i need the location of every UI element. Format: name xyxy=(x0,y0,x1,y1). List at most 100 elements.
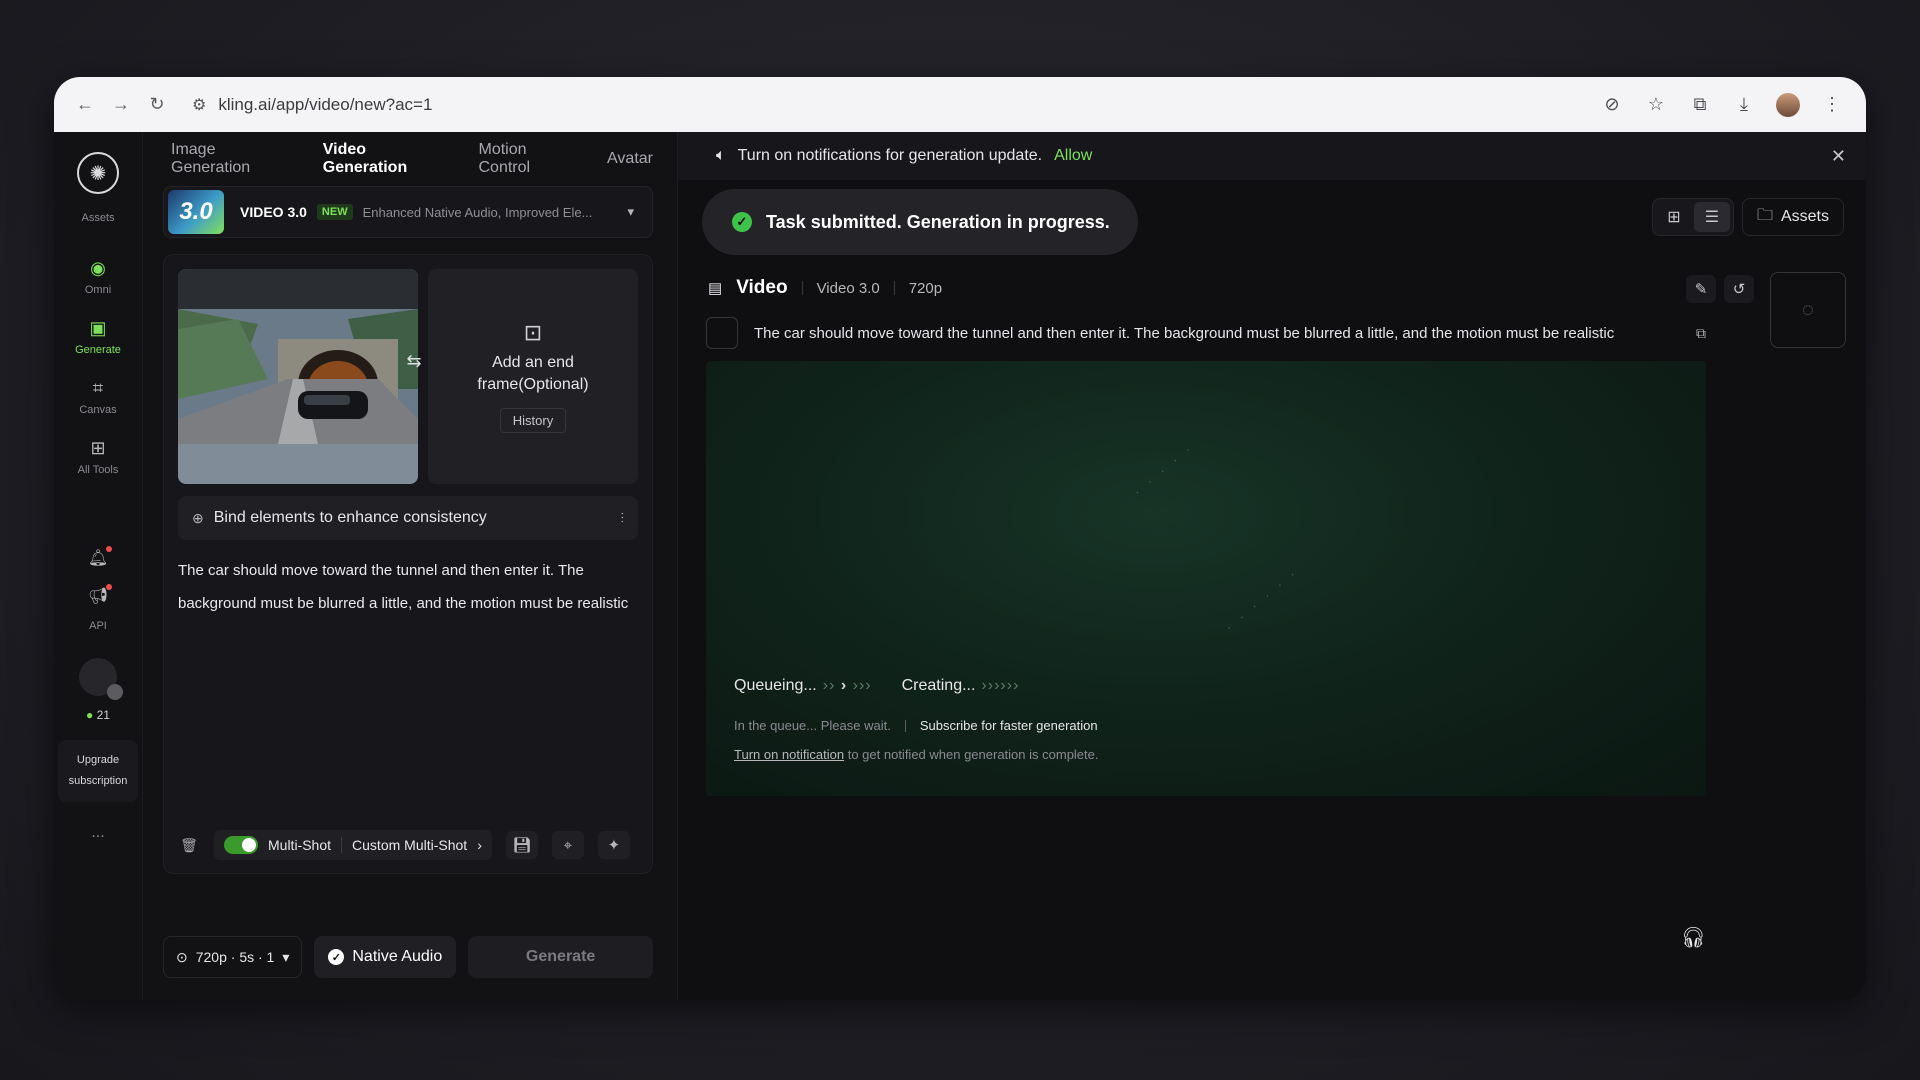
input-card: ⇆ ⊡ Add an end frame(Optional) History ⊕… xyxy=(163,254,653,874)
eye-off-icon[interactable]: ⊘ xyxy=(1600,94,1624,115)
megaphone-icon[interactable]: 📢︎ xyxy=(88,584,113,606)
extensions-icon[interactable]: ⧉ xyxy=(1688,94,1712,115)
generation-settings-button[interactable]: ⊙ 720p · 5s · 1 ▾ xyxy=(163,936,303,978)
more-icon[interactable]: ... xyxy=(91,824,104,842)
allow-notifications-link[interactable]: Allow xyxy=(1054,147,1092,165)
end-frame-slot[interactable]: ⊡ Add an end frame(Optional) History xyxy=(428,269,638,484)
settings-icon: ⊙ xyxy=(176,948,188,965)
generate-button[interactable]: Generate xyxy=(468,936,653,978)
check-icon: ✓ xyxy=(328,949,345,965)
url-text: kling.ai/app/video/new?ac=1 xyxy=(218,94,433,114)
queue-info: In the queue... Please wait. Subscribe f… xyxy=(734,718,1098,733)
bind-elements-label: Bind elements to enhance consistency xyxy=(213,509,487,526)
user-avatar[interactable] xyxy=(79,658,123,700)
back-icon[interactable]: ← xyxy=(70,90,100,120)
profile-avatar[interactable] xyxy=(1776,92,1800,117)
result-resolution: 720p xyxy=(908,279,943,297)
rail-item-generate[interactable]: ▣ Generate xyxy=(75,318,121,356)
rail-item-canvas[interactable]: ⌗ Canvas xyxy=(79,378,116,416)
model-selector[interactable]: 3.0 VIDEO 3.0 NEW Enhanced Native Audio,… xyxy=(163,186,653,238)
turn-on-notification-link[interactable]: Turn on notification xyxy=(734,747,844,762)
site-settings-icon[interactable]: ⚙ xyxy=(192,95,206,115)
reload-icon[interactable]: ↻ xyxy=(142,90,172,120)
generation-preview: · · · · · · · · · · · Queueing... ›› › ››… xyxy=(706,361,1706,796)
swap-frames-icon[interactable]: ⇆ xyxy=(400,351,428,375)
prompt-textarea[interactable]: The car should move toward the tunnel an… xyxy=(178,554,638,620)
trash-icon[interactable]: 🗑︎ xyxy=(178,837,200,854)
frames-row: ⇆ ⊡ Add an end frame(Optional) History xyxy=(178,269,638,484)
rail-api-label[interactable]: API xyxy=(89,620,107,632)
image-add-icon: ⊡ xyxy=(523,320,543,346)
custom-multishot-button[interactable]: Custom Multi-Shot xyxy=(352,837,467,853)
save-icon[interactable]: 💾︎ xyxy=(505,831,538,859)
credits-count[interactable]: ● 21 xyxy=(86,708,110,722)
star-icon[interactable]: ☆ xyxy=(1644,94,1668,115)
grid-icon: ⊞ xyxy=(90,438,106,458)
grid-view-icon[interactable]: ⊞ xyxy=(1656,202,1692,232)
history-button[interactable]: History xyxy=(499,407,567,433)
rail-assets-label[interactable]: Assets xyxy=(81,212,114,224)
multishot-group: Multi-Shot Custom Multi-Shot › xyxy=(214,830,492,860)
assets-button[interactable]: 🗀 Assets xyxy=(1741,198,1844,236)
card-footer: 🗑︎ Multi-Shot Custom Multi-Shot › 💾︎ ⌖ ✦ xyxy=(178,827,638,863)
result-prompt-row: The car should move toward the tunnel an… xyxy=(706,317,1706,349)
notification-banner: 🔈︎ Turn on notifications for generation … xyxy=(678,132,1866,180)
rail-item-omni[interactable]: ◉ Omni xyxy=(85,258,111,296)
view-toggle: ⊞ ☰ xyxy=(1651,198,1734,236)
loading-dots: · · · · · xyxy=(1129,438,1198,500)
result-header: ▤ Video Video 3.0 720p xyxy=(708,277,942,299)
result-thumbnail-slot[interactable]: ◌ xyxy=(1770,272,1846,348)
new-badge: NEW xyxy=(316,204,353,220)
rail-item-all-tools[interactable]: ⊞ All Tools xyxy=(78,438,119,476)
result-model: Video 3.0 xyxy=(816,279,880,297)
credit-drop-icon: ● xyxy=(86,708,94,722)
subscribe-link[interactable]: Subscribe for faster generation xyxy=(920,718,1098,733)
edit-icon[interactable]: ✎ xyxy=(1686,275,1716,303)
bottom-bar: ⊙ 720p · 5s · 1 ▾ ✓ Native Audio Generat… xyxy=(163,936,653,978)
bind-elements-row[interactable]: ⊕ Bind elements to enhance consistency ⫶ xyxy=(178,496,638,540)
tab-motion-control[interactable]: Motion Control xyxy=(479,141,580,177)
generate-icon: ▣ xyxy=(89,318,107,338)
close-icon[interactable]: ✕ xyxy=(1831,146,1846,167)
download-icon[interactable]: ⤓ xyxy=(1732,94,1756,115)
creating-status: Creating... ›››››› xyxy=(901,677,1020,694)
start-frame-image[interactable] xyxy=(178,269,418,484)
speaker-icon: 🔈︎ xyxy=(716,147,726,164)
model-thumbnail: 3.0 xyxy=(168,190,224,234)
chevron-down-icon[interactable]: ▾ xyxy=(627,204,634,220)
chevron-right-icon[interactable]: › xyxy=(477,837,482,853)
result-title: Video xyxy=(736,277,788,298)
copy-icon[interactable]: ⧉ xyxy=(1696,325,1706,342)
result-prompt-text: The car should move toward the tunnel an… xyxy=(754,324,1615,342)
menu-icon[interactable]: ⋮ xyxy=(1820,94,1844,115)
headset-support-icon[interactable]: 🎧︎ xyxy=(1681,925,1706,950)
model-name: VIDEO 3.0 xyxy=(240,204,307,220)
task-submitted-toast: ✓ Task submitted. Generation in progress… xyxy=(702,189,1138,255)
upgrade-button[interactable]: Upgrade subscription xyxy=(58,740,138,802)
tab-video-generation[interactable]: Video Generation xyxy=(323,141,451,177)
retry-icon[interactable]: ↺ xyxy=(1724,275,1754,303)
notification-note: Turn on notification to get notified whe… xyxy=(734,747,1099,762)
kling-logo[interactable]: ✺ xyxy=(77,152,119,194)
multishot-toggle[interactable] xyxy=(224,836,258,854)
view-controls: ⊞ ☰ 🗀 Assets xyxy=(1651,198,1844,236)
address-bar[interactable]: ⚙ kling.ai/app/video/new?ac=1 xyxy=(178,86,1594,124)
select-checkbox[interactable] xyxy=(706,317,738,349)
mode-tabs: Image Generation Video Generation Motion… xyxy=(163,132,653,186)
forward-icon[interactable]: → xyxy=(106,90,136,120)
canvas-icon: ⌗ xyxy=(92,378,104,398)
magic-icon[interactable]: ✦ xyxy=(597,831,630,859)
end-frame-label: Add an end frame(Optional) xyxy=(477,354,589,393)
sliders-icon[interactable]: ⫶ xyxy=(621,510,625,527)
list-view-icon[interactable]: ☰ xyxy=(1693,202,1730,232)
left-rail: ✺ Assets ◉ Omni ▣ Generate ⌗ Canvas ⊞ Al… xyxy=(54,132,143,1000)
location-pin-icon[interactable]: ⌖ xyxy=(551,831,584,859)
loading-spinner-icon: ◌ xyxy=(1802,298,1814,321)
chevron-down-icon: ▾ xyxy=(282,948,290,965)
tab-avatar[interactable]: Avatar xyxy=(607,150,653,168)
progress-row: Queueing... ›› › ››› Creating... ›››››› xyxy=(734,677,1019,695)
bell-icon[interactable]: 🔔︎ xyxy=(88,546,113,568)
native-audio-toggle[interactable]: ✓ Native Audio xyxy=(314,936,457,978)
multishot-label: Multi-Shot xyxy=(268,837,332,853)
tab-image-generation[interactable]: Image Generation xyxy=(171,141,295,177)
